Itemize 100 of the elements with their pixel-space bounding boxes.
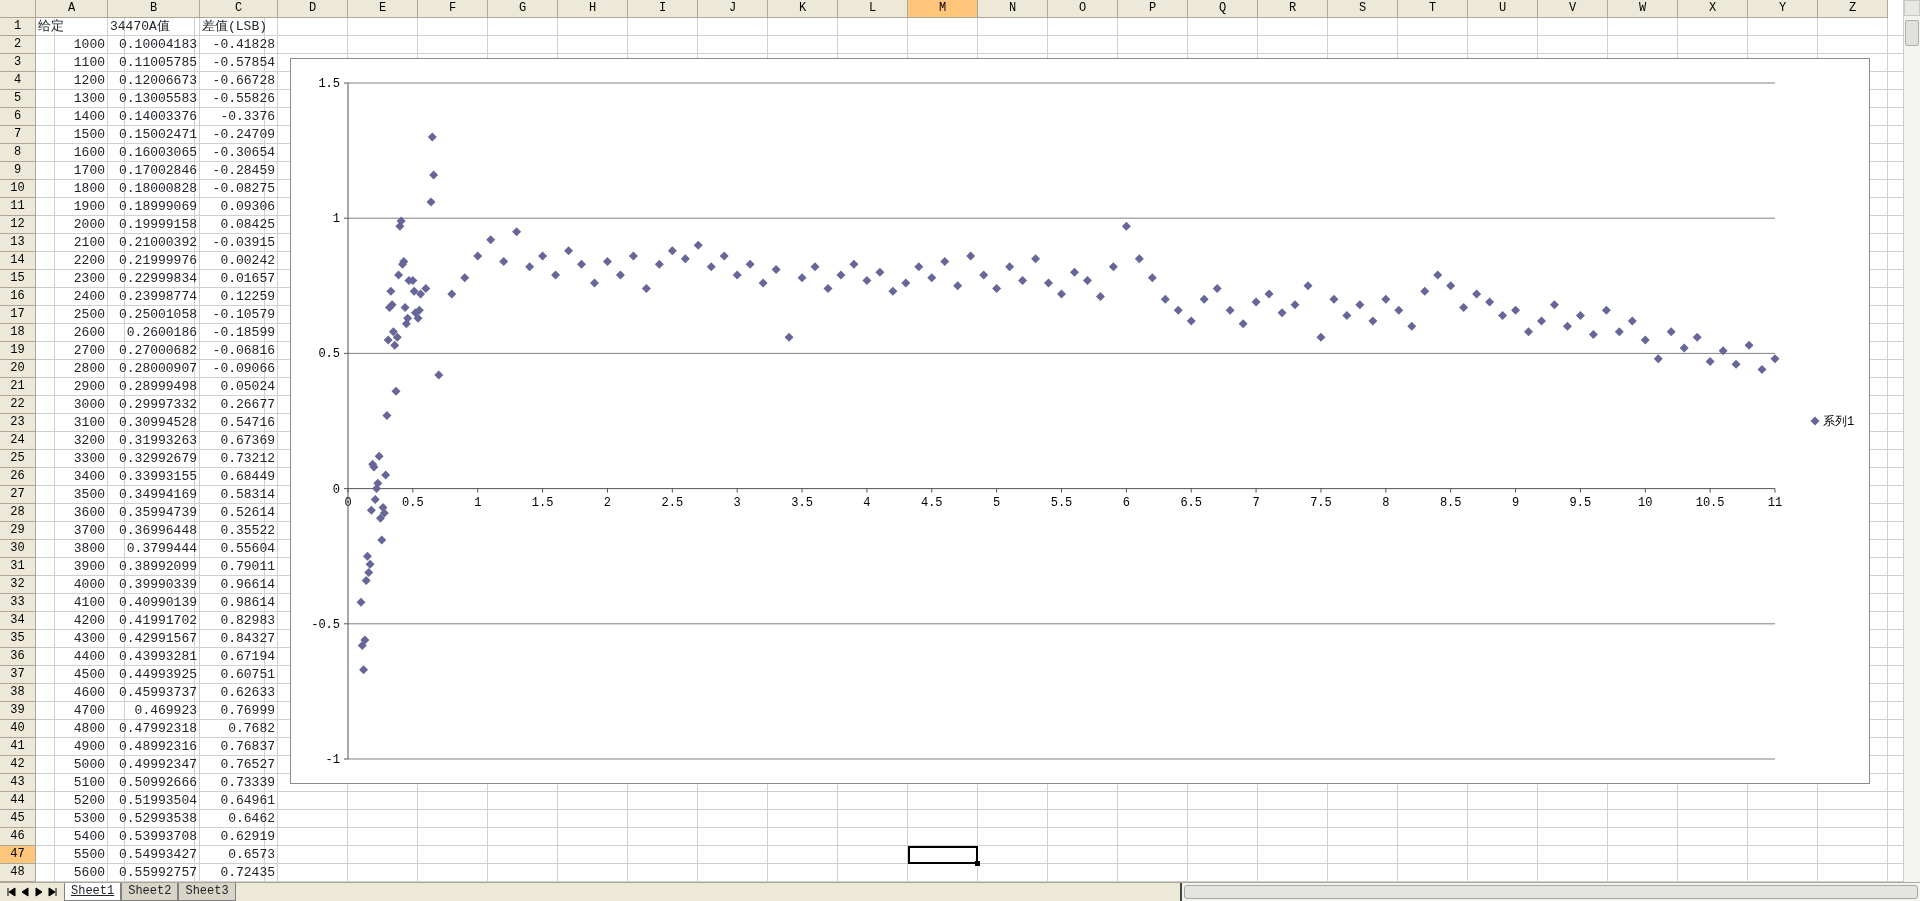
row-header[interactable]: 17 [0, 306, 36, 324]
row-header[interactable]: 6 [0, 108, 36, 126]
row-header[interactable]: 39 [0, 702, 36, 720]
x-tick-label: 0 [344, 495, 352, 510]
column-header[interactable]: E [348, 0, 418, 18]
sheet-tab[interactable]: Sheet2 [121, 883, 179, 901]
row-header[interactable]: 3 [0, 54, 36, 72]
row-header[interactable]: 24 [0, 432, 36, 450]
table-cell: 0.29997332 [108, 396, 200, 414]
row-header[interactable]: 15 [0, 270, 36, 288]
row-header[interactable]: 23 [0, 414, 36, 432]
column-header[interactable]: C [200, 0, 278, 18]
row-header[interactable]: 36 [0, 648, 36, 666]
row-header[interactable]: 43 [0, 774, 36, 792]
column-header[interactable]: N [978, 0, 1048, 18]
row-header[interactable]: 8 [0, 144, 36, 162]
column-header[interactable]: F [418, 0, 488, 18]
row-header[interactable]: 37 [0, 666, 36, 684]
row-header[interactable]: 40 [0, 720, 36, 738]
row-header[interactable]: 25 [0, 450, 36, 468]
row-header[interactable]: 12 [0, 216, 36, 234]
row-header[interactable]: 33 [0, 594, 36, 612]
data-point [810, 262, 820, 272]
column-header[interactable]: X [1678, 0, 1748, 18]
first-sheet-icon[interactable] [6, 887, 16, 897]
horizontal-scrollbar[interactable] [1180, 883, 1920, 901]
column-header[interactable]: S [1328, 0, 1398, 18]
row-header[interactable]: 29 [0, 522, 36, 540]
sheet-tab[interactable]: Sheet3 [178, 883, 236, 901]
row-header[interactable]: 22 [0, 396, 36, 414]
table-cell: 0.17002846 [108, 162, 200, 180]
column-header[interactable]: A [36, 0, 108, 18]
column-header[interactable]: D [278, 0, 348, 18]
row-header[interactable]: 14 [0, 252, 36, 270]
column-header[interactable]: I [628, 0, 698, 18]
table-cell: 0.14003376 [108, 108, 200, 126]
previous-sheet-icon[interactable] [20, 887, 30, 897]
row-header[interactable]: 38 [0, 684, 36, 702]
row-header[interactable]: 16 [0, 288, 36, 306]
table-cell: 2400 [36, 288, 108, 306]
row-header[interactable]: 44 [0, 792, 36, 810]
row-header[interactable]: 46 [0, 828, 36, 846]
row-header[interactable]: 41 [0, 738, 36, 756]
row-header[interactable]: 26 [0, 468, 36, 486]
sheet-tab[interactable]: Sheet1 [64, 883, 122, 901]
last-sheet-icon[interactable] [48, 887, 58, 897]
row-header[interactable]: 18 [0, 324, 36, 342]
data-point [1537, 316, 1546, 326]
row-header[interactable]: 31 [0, 558, 36, 576]
data-point [1108, 262, 1118, 272]
row-header[interactable]: 32 [0, 576, 36, 594]
next-sheet-icon[interactable] [34, 887, 44, 897]
column-header[interactable]: W [1608, 0, 1678, 18]
row-header[interactable]: 13 [0, 234, 36, 252]
column-header[interactable]: M [908, 0, 978, 18]
row-header[interactable]: 27 [0, 486, 36, 504]
row-header[interactable]: 42 [0, 756, 36, 774]
column-header[interactable]: H [558, 0, 628, 18]
column-header[interactable]: G [488, 0, 558, 18]
column-header[interactable]: O [1048, 0, 1118, 18]
column-header[interactable]: Q [1188, 0, 1258, 18]
row-header[interactable]: 9 [0, 162, 36, 180]
table-cell: 0.7682 [200, 720, 278, 738]
row-header[interactable]: 1 [0, 18, 36, 36]
column-header[interactable]: U [1468, 0, 1538, 18]
row-header[interactable]: 19 [0, 342, 36, 360]
row-header[interactable]: 10 [0, 180, 36, 198]
column-header[interactable]: R [1258, 0, 1328, 18]
row-header[interactable]: 4 [0, 72, 36, 90]
table-cell: 1900 [36, 198, 108, 216]
column-header[interactable]: T [1398, 0, 1468, 18]
selected-cell[interactable] [908, 846, 978, 864]
row-header[interactable]: 28 [0, 504, 36, 522]
column-header[interactable]: B [108, 0, 200, 18]
table-cell: 0.28000907 [108, 360, 200, 378]
column-header[interactable]: Y [1748, 0, 1818, 18]
row-header[interactable]: 21 [0, 378, 36, 396]
row-header[interactable]: 20 [0, 360, 36, 378]
table-cell: -0.55826 [200, 90, 278, 108]
data-point [693, 240, 703, 250]
row-header[interactable]: 34 [0, 612, 36, 630]
column-header[interactable]: K [768, 0, 838, 18]
row-header[interactable]: 7 [0, 126, 36, 144]
x-tick-label: 8 [1382, 495, 1390, 510]
table-cell: 0.469923 [108, 702, 200, 720]
row-header[interactable]: 5 [0, 90, 36, 108]
vertical-scrollbar[interactable] [1903, 0, 1920, 882]
column-header[interactable]: P [1118, 0, 1188, 18]
column-header[interactable]: V [1538, 0, 1608, 18]
row-header[interactable]: 48 [0, 864, 36, 882]
row-header[interactable]: 35 [0, 630, 36, 648]
column-header[interactable]: J [698, 0, 768, 18]
row-header[interactable]: 47 [0, 846, 36, 864]
row-header[interactable]: 30 [0, 540, 36, 558]
row-header[interactable]: 2 [0, 36, 36, 54]
row-header[interactable]: 11 [0, 198, 36, 216]
data-point [1147, 273, 1157, 283]
column-header[interactable]: L [838, 0, 908, 18]
column-header[interactable]: Z [1818, 0, 1888, 18]
row-header[interactable]: 45 [0, 810, 36, 828]
